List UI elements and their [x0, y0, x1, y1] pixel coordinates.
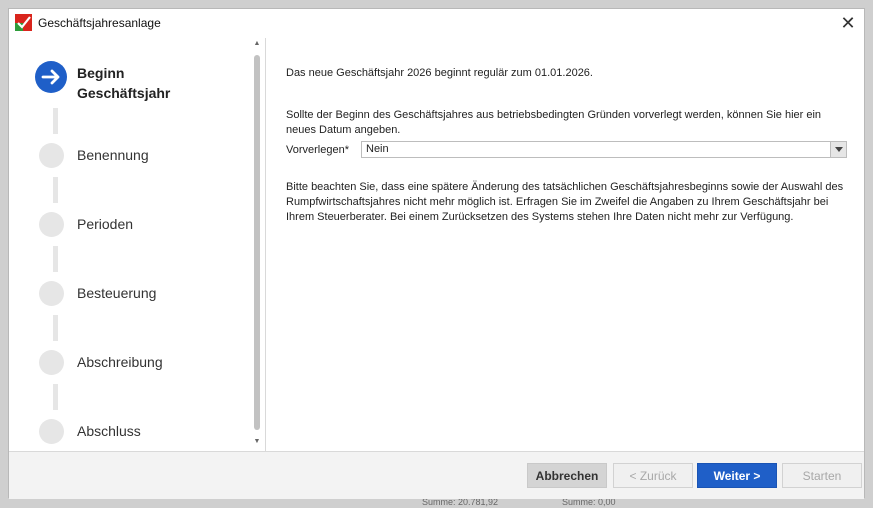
cancel-button[interactable]: Abbrechen — [527, 463, 607, 488]
wizard-dialog: Geschäftsjahresanlage ✕ Beginn Geschäfts… — [8, 8, 865, 499]
step-connector — [53, 384, 58, 410]
step-circle-icon — [39, 212, 64, 237]
step-connector — [53, 177, 58, 203]
arrow-right-icon — [35, 61, 67, 93]
step-connector — [53, 315, 58, 341]
step-connector — [53, 108, 58, 134]
start-button[interactable]: Starten — [782, 463, 862, 488]
scrollbar-thumb[interactable] — [254, 55, 260, 430]
title-bar: Geschäftsjahresanlage ✕ — [9, 9, 864, 38]
info-text: Sollte der Beginn des Geschäftsjahres au… — [286, 109, 822, 136]
step-label: Perioden — [77, 216, 134, 232]
wizard-step-sidebar: Beginn Geschäftsjahr Benennung Perioden … — [9, 38, 266, 451]
chevron-down-icon[interactable] — [830, 142, 846, 157]
step-label: Benennung — [77, 147, 149, 163]
window-title: Geschäftsjahresanlage — [38, 16, 161, 30]
vorverlegen-value: Nein — [366, 143, 389, 155]
back-button[interactable]: < Zurück — [613, 463, 693, 488]
intro-text: Das neue Geschäftsjahr 2026 beginnt regu… — [286, 67, 593, 79]
scroll-down-icon[interactable]: ▼ — [253, 438, 261, 445]
vorverlegen-select[interactable]: Nein — [361, 141, 847, 158]
step-label: Besteuerung — [77, 285, 157, 301]
step-circle-icon — [39, 350, 64, 375]
step-label: Abschluss — [77, 423, 141, 439]
step-connector — [53, 246, 58, 272]
button-bar: Abbrechen < Zurück Weiter > Starten — [9, 451, 864, 499]
vorverlegen-label: Vorverlegen* — [286, 144, 349, 156]
step-circle-icon — [39, 281, 64, 306]
sidebar-scrollbar[interactable]: ▲ ▼ — [251, 38, 263, 451]
step-circle-icon — [39, 143, 64, 168]
next-button[interactable]: Weiter > — [697, 463, 777, 488]
step-label: Beginn Geschäftsjahr — [77, 65, 171, 101]
close-icon[interactable]: ✕ — [836, 12, 860, 34]
step-circle-icon — [39, 419, 64, 444]
note-text: Bitte beachten Sie, dass eine spätere Än… — [286, 181, 844, 223]
scroll-up-icon[interactable]: ▲ — [253, 40, 261, 47]
step-label: Abschreibung — [77, 354, 163, 370]
app-logo-icon — [15, 14, 32, 31]
